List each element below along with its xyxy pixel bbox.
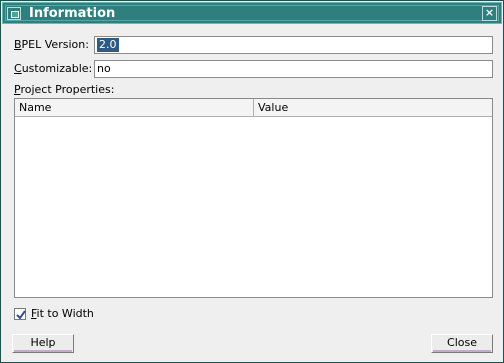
information-dialog: Information × BPEL Version: 2.0 Customiz…: [0, 0, 504, 363]
column-header-value[interactable]: Value: [254, 99, 492, 116]
title-bar[interactable]: Information ×: [2, 2, 502, 24]
bpel-version-value: 2.0: [97, 38, 119, 52]
help-button[interactable]: Help: [12, 334, 74, 353]
window-close-icon[interactable]: ×: [482, 6, 497, 21]
customizable-label: Customizable:: [14, 62, 93, 75]
customizable-field[interactable]: no: [94, 60, 493, 78]
close-button[interactable]: Close: [431, 334, 493, 353]
fit-to-width-checkbox[interactable]: [14, 308, 26, 320]
bpel-version-field[interactable]: 2.0: [94, 36, 493, 54]
checkmark-icon: [16, 310, 26, 320]
window-menu-icon[interactable]: [7, 7, 21, 20]
bpel-version-label: BPEL Version:: [14, 38, 89, 51]
table-header: Name Value: [15, 99, 492, 117]
column-header-name[interactable]: Name: [15, 99, 254, 116]
project-properties-label: Project Properties:: [14, 83, 115, 96]
fit-to-width-label[interactable]: Fit to Width: [31, 307, 94, 321]
customizable-value: no: [97, 62, 111, 75]
project-properties-table[interactable]: Name Value: [14, 98, 493, 298]
window-title: Information: [29, 6, 116, 21]
